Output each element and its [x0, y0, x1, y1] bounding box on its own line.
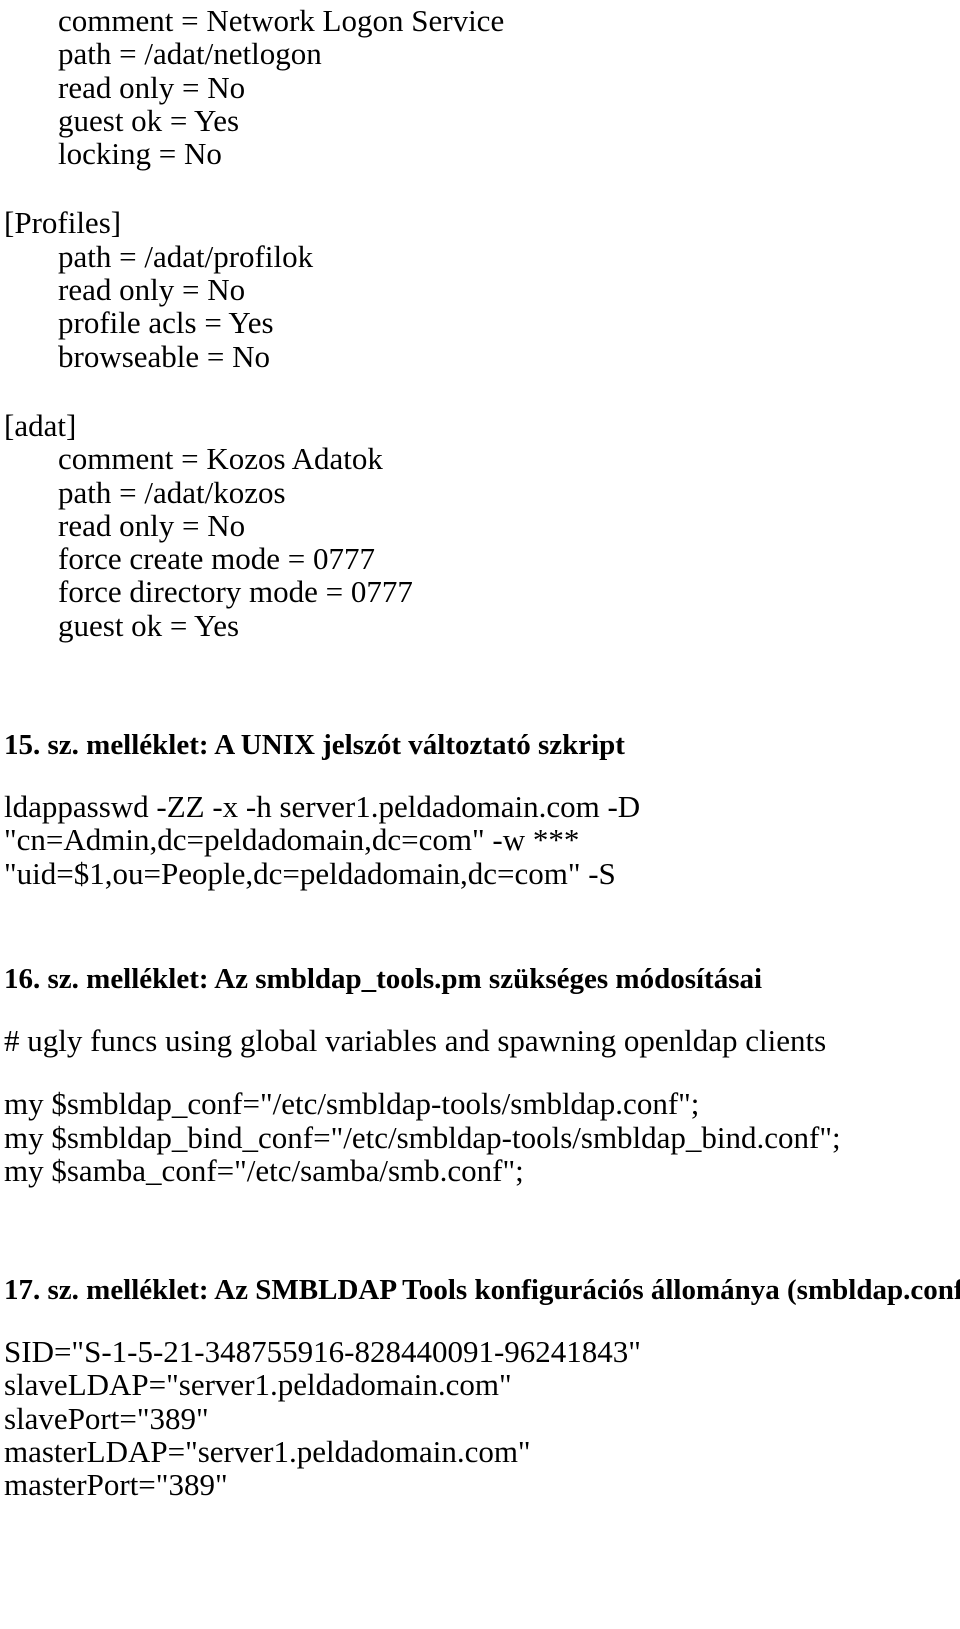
share-section-header: [adat] — [4, 407, 77, 443]
config-line: browseable = No — [58, 338, 271, 374]
appendix-16-block: 16. sz. melléklet: Az smbldap_tools.pm s… — [4, 962, 960, 1187]
config-line: force create mode = 0777 — [58, 541, 375, 577]
code-line: slavePort="389" — [4, 1400, 209, 1436]
config-line: path = /adat/kozos — [58, 474, 286, 510]
code-line: my $smbldap_bind_conf="/etc/smbldap-tool… — [4, 1119, 841, 1155]
heading-gap — [4, 1307, 960, 1335]
document-page: comment = Network Logon Service path = /… — [0, 0, 960, 1629]
code-line: my $smbldap_conf="/etc/smbldap-tools/smb… — [4, 1086, 700, 1122]
adat-share-block: [adat] comment = Kozos Adatok path = /ad… — [4, 409, 960, 642]
code-line: my $samba_conf="/etc/samba/smb.conf"; — [4, 1152, 524, 1188]
config-line: read only = No — [58, 507, 246, 543]
appendix-17-block: 17. sz. melléklet: Az SMBLDAP Tools konf… — [4, 1273, 960, 1501]
appendix-15-block: 15. sz. melléklet: A UNIX jelszót változ… — [4, 728, 960, 890]
netlogon-share-block: comment = Network Logon Service path = /… — [4, 3, 960, 172]
config-line: read only = No — [58, 272, 246, 308]
code-comment-line: # ugly funcs using global variables and … — [4, 1022, 827, 1058]
appendix-16-heading: 16. sz. melléklet: Az smbldap_tools.pm s… — [4, 962, 763, 995]
heading-gap — [4, 762, 960, 790]
code-line: "cn=Admin,dc=peldadomain,dc=com" -w *** — [4, 822, 580, 858]
profiles-share-block: [Profiles] path = /adat/profilok read on… — [4, 205, 960, 374]
config-line: guest ok = Yes — [58, 607, 240, 643]
config-line: comment = Network Logon Service — [58, 3, 505, 38]
config-line: read only = No — [58, 69, 246, 105]
code-line: "uid=$1,ou=People,dc=peldadomain,dc=com"… — [4, 855, 616, 891]
code-line: ldappasswd -ZZ -x -h server1.peldadomain… — [4, 789, 641, 825]
config-line: comment = Kozos Adatok — [58, 441, 383, 477]
code-line: slaveLDAP="server1.peldadomain.com" — [4, 1367, 512, 1403]
config-line: force directory mode = 0777 — [58, 574, 413, 610]
appendix-15-heading: 15. sz. melléklet: A UNIX jelszót változ… — [4, 729, 625, 762]
config-line: locking = No — [58, 136, 222, 172]
config-line: path = /adat/netlogon — [58, 36, 322, 72]
config-line: guest ok = Yes — [58, 102, 240, 138]
code-line: masterLDAP="server1.peldadomain.com" — [4, 1434, 531, 1470]
config-line: profile acls = Yes — [58, 305, 274, 341]
code-line: masterPort="389" — [4, 1467, 228, 1503]
config-line: path = /adat/profilok — [58, 238, 314, 274]
code-gap — [4, 1057, 960, 1087]
appendix-17-heading: 17. sz. melléklet: Az SMBLDAP Tools konf… — [4, 1274, 960, 1307]
share-section-header: [Profiles] — [4, 205, 122, 241]
code-line: SID="S-1-5-21-348755916-828440091-962418… — [4, 1334, 641, 1370]
heading-gap — [4, 996, 960, 1024]
